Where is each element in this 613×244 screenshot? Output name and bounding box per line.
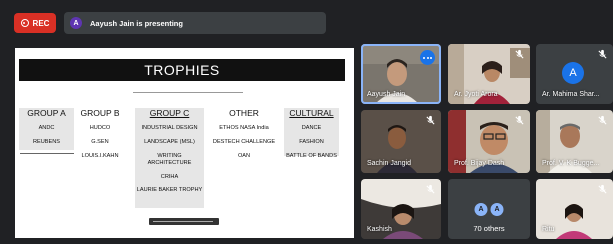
column-item: DESTECH CHALLENGE bbox=[212, 139, 276, 146]
column-item: OAN bbox=[237, 152, 251, 159]
participant-tile[interactable]: Ar. Jyoti Arora bbox=[448, 44, 530, 104]
column-group-c: GROUP C INDUSTRIAL DESIGN LANDSCAPE (MSL… bbox=[135, 108, 204, 208]
more-options-icon[interactable] bbox=[420, 50, 435, 65]
participant-tile[interactable]: Prof. Bijay Dash bbox=[448, 110, 530, 173]
participant-name: Prof. Bijay Dash bbox=[454, 160, 505, 167]
participant-tile[interactable]: Ritu bbox=[536, 179, 613, 239]
participant-tile[interactable]: Aayush Jain bbox=[361, 44, 441, 104]
participant-tile[interactable]: Kashish bbox=[361, 179, 441, 239]
participant-name: Ritu bbox=[542, 226, 555, 233]
others-avatars: A A bbox=[474, 203, 504, 216]
column-item: HUDCO bbox=[89, 125, 111, 132]
mic-off-icon bbox=[598, 115, 607, 125]
mic-off-icon bbox=[426, 115, 435, 125]
column-item: LANDSCAPE (MSL) bbox=[144, 139, 195, 146]
top-bar: REC A Aayush Jain is presenting bbox=[0, 0, 613, 36]
mic-off-icon bbox=[598, 49, 607, 59]
column-other: OTHER ETHOS NASA India DESTECH CHALLENGE… bbox=[207, 108, 281, 166]
column-item: BATTLE OF BANDS bbox=[286, 152, 337, 159]
column-group-a: GROUP A ANDC REUBENS bbox=[19, 108, 74, 154]
mic-off-icon bbox=[426, 184, 435, 194]
participant-tile[interactable]: Sachin Jangid bbox=[361, 110, 441, 173]
record-icon bbox=[20, 19, 29, 27]
participant-name: Ar. Jyoti Arora bbox=[454, 91, 498, 98]
participant-name: Prof. V. K Bugge... bbox=[542, 160, 600, 167]
column-item: LOUIS.I.KAHN bbox=[81, 152, 119, 159]
presenting-text: Aayush Jain is presenting bbox=[90, 18, 183, 28]
column-heading: GROUP C bbox=[149, 108, 190, 118]
column-item: ANDC bbox=[38, 125, 55, 132]
participant-name: Ar. Mahima Shar... bbox=[542, 91, 600, 98]
column-heading: OTHER bbox=[229, 108, 259, 118]
column-item: ETHOS NASA India bbox=[219, 125, 269, 132]
participant-name: Kashish bbox=[367, 226, 392, 233]
recording-label: REC bbox=[32, 18, 50, 28]
column-item: INDUSTRIAL DESIGN bbox=[141, 125, 198, 132]
column-item: WRITING ARCHITECTURE bbox=[147, 152, 192, 167]
divider bbox=[19, 152, 74, 154]
others-tile[interactable]: A A 70 others bbox=[448, 179, 530, 239]
others-avatar: A bbox=[474, 203, 488, 216]
participant-avatar: A bbox=[562, 62, 584, 84]
participant-tile[interactable]: Prof. V. K Bugge... bbox=[536, 110, 613, 173]
column-item: CRIHA bbox=[160, 173, 179, 180]
presenting-banner[interactable]: A Aayush Jain is presenting bbox=[64, 12, 326, 34]
mic-off-icon bbox=[598, 184, 607, 194]
participant-tile[interactable]: A Ar. Mahima Shar... bbox=[536, 44, 613, 104]
mic-off-icon bbox=[515, 49, 524, 59]
column-item: G.SEN bbox=[91, 139, 109, 146]
participant-name: Sachin Jangid bbox=[367, 160, 411, 167]
recording-indicator: REC bbox=[14, 13, 56, 33]
title-divider bbox=[133, 92, 243, 93]
column-item: REUBENS bbox=[32, 139, 61, 146]
column-item: DANCE bbox=[301, 125, 322, 132]
others-count: 70 others bbox=[473, 224, 505, 233]
column-item: FASHION bbox=[299, 139, 324, 146]
column-item: LAURIE BAKER TROPHY bbox=[136, 187, 203, 194]
participant-name: Aayush Jain bbox=[367, 91, 406, 98]
slide-caption-bar bbox=[149, 218, 219, 225]
shared-screen-slide[interactable]: TROPHIES GROUP A ANDC REUBENS GROUP B HU… bbox=[15, 48, 354, 238]
column-group-b: GROUP B HUDCO G.SEN LOUIS.I.KAHN bbox=[77, 108, 123, 166]
column-cultural: CULTURAL DANCE FASHION BATTLE OF BANDS bbox=[284, 108, 339, 159]
slide-title: TROPHIES bbox=[19, 59, 345, 81]
column-heading: CULTURAL bbox=[289, 108, 334, 118]
column-heading: GROUP A bbox=[27, 108, 66, 118]
others-avatar: A bbox=[490, 203, 504, 216]
mic-off-icon bbox=[515, 115, 524, 125]
presenter-avatar: A bbox=[70, 17, 82, 29]
column-heading: GROUP B bbox=[80, 108, 120, 118]
